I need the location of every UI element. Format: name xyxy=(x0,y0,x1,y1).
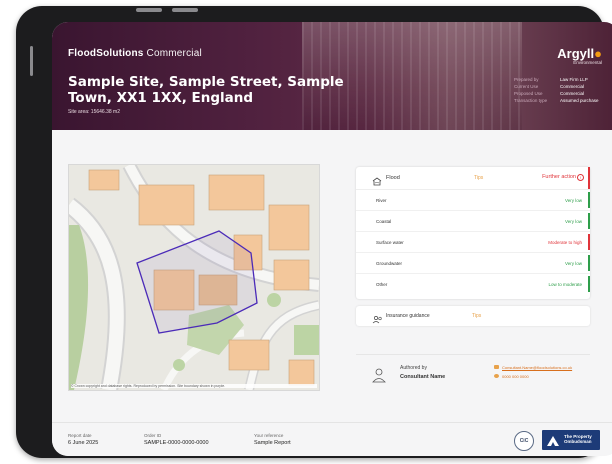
email-icon xyxy=(494,365,499,369)
map-graphic xyxy=(69,165,319,390)
risk-label: Other xyxy=(376,282,388,287)
report-meta: Prepared by Law Firm LLP Current Use Comme… xyxy=(514,76,599,104)
phone-icon xyxy=(494,374,499,378)
flood-tips-link[interactable]: Tips xyxy=(474,175,483,181)
property-ombudsman-badge: The Property Ombudsman xyxy=(542,430,600,450)
meta-row: Transaction type Assumed purchase xyxy=(514,97,599,104)
status-accent-bar xyxy=(588,167,590,189)
order-id: Order ID SAMPLE-0000-0000-0000 xyxy=(144,433,209,446)
report-footer: Report date 6 June 2025 Order ID SAMPLE-… xyxy=(52,422,612,456)
risk-label: Groundwater xyxy=(376,261,403,266)
tablet-volume-button xyxy=(136,8,162,12)
ombudsman-logo-icon xyxy=(546,434,560,452)
flood-risk-card: Flood Tips Further action ! River Very l… xyxy=(356,167,590,299)
risk-indicator xyxy=(588,276,590,292)
risk-label: Coastal xyxy=(376,219,392,224)
report-header: FloodSolutions Commercial Sample Site, S… xyxy=(52,22,612,130)
meta-key: Current Use xyxy=(514,84,539,89)
report-screen: FloodSolutions Commercial Sample Site, S… xyxy=(52,22,612,456)
warning-icon: ! xyxy=(577,174,584,181)
risk-value: Very low xyxy=(564,261,582,266)
meta-key: Prepared by xyxy=(514,77,539,82)
risk-value: Very low xyxy=(564,219,582,224)
risk-indicator xyxy=(588,234,590,250)
risk-row: Other Low to moderate xyxy=(356,274,590,294)
your-reference: Your reference Sample Report xyxy=(254,433,291,446)
report-date-label: Report date xyxy=(68,433,92,438)
ombudsman-text: The Property Ombudsman xyxy=(564,434,592,444)
risk-row: Groundwater Very low xyxy=(356,253,590,274)
meta-value: Assumed purchase xyxy=(560,98,599,103)
tablet-side-button xyxy=(30,46,33,76)
risk-indicator xyxy=(588,213,590,229)
argyll-logo: Argyll● Environmental xyxy=(557,46,602,65)
meta-value: Commercial xyxy=(560,84,585,89)
insurance-guidance-card[interactable]: Insurance guidance Tips xyxy=(356,306,590,326)
brand-bold: FloodSolutions xyxy=(68,48,144,59)
insurance-tips-link[interactable]: Tips xyxy=(472,313,481,319)
risk-label: Surface water xyxy=(376,240,404,245)
insurance-title: Insurance guidance xyxy=(386,313,430,319)
risk-label: River xyxy=(376,198,387,203)
risk-value: Low to moderate xyxy=(548,282,582,287)
tablet-device: FloodSolutions Commercial Sample Site, S… xyxy=(16,6,612,458)
tablet-volume-button xyxy=(172,8,198,12)
order-id-label: Order ID xyxy=(144,433,162,438)
person-icon xyxy=(372,367,386,388)
logo-name: Argyll xyxy=(557,46,595,61)
risk-indicator xyxy=(588,192,590,208)
people-icon xyxy=(372,311,383,329)
consultant-name: Consultant Name xyxy=(400,374,446,380)
risk-row: River Very low xyxy=(356,190,590,211)
report-date-value: 6 June 2025 xyxy=(68,440,99,446)
authored-by-label: Authored by xyxy=(400,365,427,371)
site-title: Sample Site, Sample Street, Sample Town,… xyxy=(68,74,344,106)
order-id-value: SAMPLE-0000-0000-0000 xyxy=(144,440,209,446)
flood-status: Further action xyxy=(542,174,576,180)
site-area: Site area: 15646.38 m2 xyxy=(68,109,120,115)
brand-light: Commercial xyxy=(143,48,202,59)
report-date: Report date 6 June 2025 xyxy=(68,433,98,446)
author-block: Authored by Consultant Name Consultant.N… xyxy=(356,354,590,391)
flood-title: Flood xyxy=(386,175,400,181)
risk-indicator xyxy=(588,255,590,271)
meta-value: Law Firm LLP xyxy=(560,77,588,82)
product-brand: FloodSolutions Commercial xyxy=(68,48,202,59)
logo-dot-icon: ● xyxy=(594,46,602,61)
meta-row: Current Use Commercial xyxy=(514,83,599,90)
meta-row: Proposed Use Commercial xyxy=(514,90,599,97)
site-map[interactable]: © Crown copyright and database rights. R… xyxy=(68,164,320,391)
meta-value: Commercial xyxy=(560,91,585,96)
meta-key: Transaction type xyxy=(514,98,548,103)
meta-row: Prepared by Law Firm LLP xyxy=(514,76,599,83)
meta-key: Proposed Use xyxy=(514,91,543,96)
risk-row: Surface water Moderate to high xyxy=(356,232,590,253)
consultant-phone[interactable]: 0000 000 0000 xyxy=(502,374,529,379)
risk-row: Coastal Very low xyxy=(356,211,590,232)
consultant-email-link[interactable]: Consultant.Name@floodsolutions.co.uk xyxy=(502,365,572,370)
cic-badge: CiC xyxy=(514,431,534,451)
house-icon xyxy=(372,173,382,191)
flood-card-header: Flood Tips Further action ! xyxy=(356,167,590,190)
map-caption: © Crown copyright and database rights. R… xyxy=(71,384,317,388)
reference-value: Sample Report xyxy=(254,440,291,446)
risk-value: Moderate to high xyxy=(548,240,582,245)
reference-label: Your reference xyxy=(254,433,284,438)
risk-value: Very low xyxy=(564,198,582,203)
